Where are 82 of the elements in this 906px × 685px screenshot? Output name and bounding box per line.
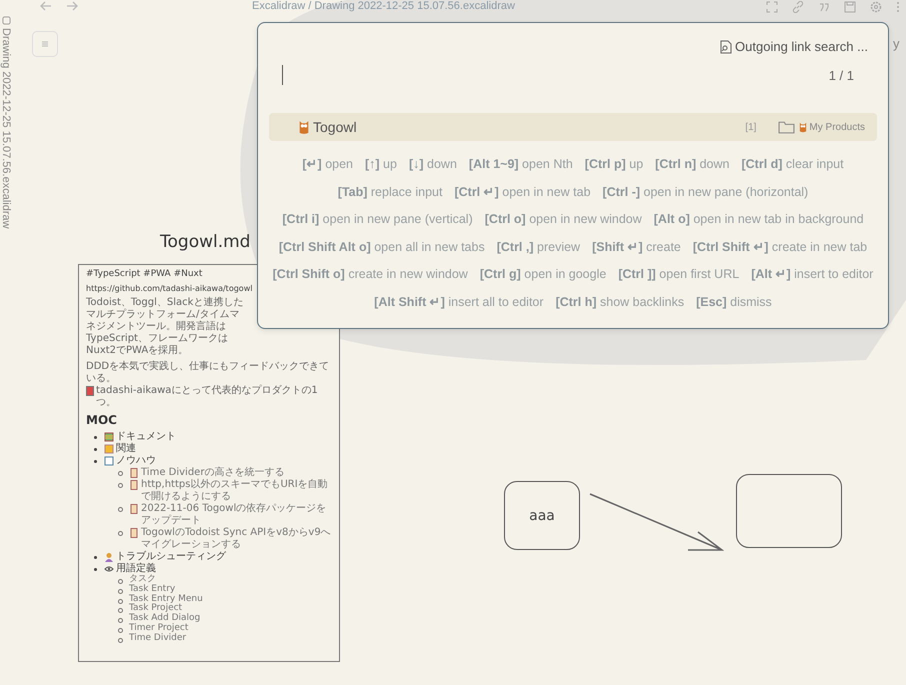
person-icon bbox=[104, 552, 114, 562]
result-item[interactable]: Togowl [1] My Products bbox=[269, 113, 877, 141]
list-item[interactable]: http,https以外のスキーマでもURIを自動で開けるようにする bbox=[141, 478, 332, 503]
list-item[interactable]: Task Entry Menu bbox=[129, 594, 203, 604]
shortcut-hint: [↑] up bbox=[365, 156, 397, 173]
folder-icon bbox=[104, 444, 114, 454]
list-item[interactable]: Timer Project bbox=[129, 624, 188, 634]
shortcut-hint: [Ctrl Shift o] create in new window bbox=[272, 266, 468, 283]
folder-icon bbox=[778, 120, 796, 134]
shortcut-hint: [Ctrl Shift ↵] create in new tab bbox=[692, 238, 868, 256]
scroll-icon bbox=[129, 480, 139, 490]
scroll-icon bbox=[129, 504, 139, 514]
list-item[interactable]: Task Entry bbox=[129, 584, 176, 595]
paragraph-text: tadashi-aikawaにとって代表的なプロダクトの1つ。 bbox=[96, 385, 319, 410]
list-item[interactable]: 用語定義 bbox=[116, 562, 156, 575]
quote-icon[interactable] bbox=[818, 1, 830, 13]
shortcut-hint: [Ctrl h] show backlinks bbox=[556, 294, 684, 311]
shortcut-hint: [↓] down bbox=[408, 156, 457, 173]
shortcut-hint: [Ctrl i] open in new pane (vertical) bbox=[282, 211, 473, 228]
list-item[interactable]: Time Dividerの高さを統一する bbox=[141, 466, 284, 479]
shortcut-hint: [Alt ↵] insert to editor bbox=[751, 266, 874, 283]
shortcut-hint: [Alt 1~9] open Nth bbox=[468, 156, 573, 173]
file-title[interactable]: Drawing 2022-12-25 15.07.56.excalidraw bbox=[0, 28, 12, 229]
shortcut-hint: [Ctrl ,] preview bbox=[496, 238, 580, 256]
button-label: y bbox=[893, 36, 900, 51]
shortcut-hint: [Ctrl p] up bbox=[584, 156, 644, 173]
paragraph: Todoist、Toggl、Slackと連携したマルチプラットフォーム/タイムマネジメントツール。開発言語はTypeScript、フレームワークはNuxt2でPWAを採用。 bbox=[86, 297, 244, 358]
shortcut-hint: [↵] open bbox=[302, 156, 353, 173]
shortcut-hint: [Alt Shift ↵] insert all to editor bbox=[374, 294, 544, 311]
list-item[interactable]: ドキュメント bbox=[116, 430, 176, 443]
list-item[interactable]: TogowlのTodoist Sync APIをv8からv9へマイグレーションする bbox=[141, 526, 332, 551]
scroll-icon bbox=[129, 528, 139, 538]
scroll-icon bbox=[129, 468, 139, 478]
list-item[interactable]: Task Add Dialog bbox=[129, 614, 200, 624]
forward-icon[interactable] bbox=[66, 1, 78, 11]
tags: #TypeScript #PWA #Nuxt bbox=[86, 269, 202, 280]
list-item[interactable]: 関連 bbox=[116, 442, 136, 455]
box-label: aaa bbox=[529, 508, 555, 524]
save-icon[interactable] bbox=[844, 1, 856, 13]
page-icon bbox=[104, 456, 114, 466]
shortcut-hint: [Ctrl ]] open first URL bbox=[618, 266, 740, 283]
shortcut-hint: [Ctrl g] open in google bbox=[480, 266, 606, 283]
result-count: 1 / 1 bbox=[828, 68, 854, 82]
shortcut-hint: [Ctrl o] open in new window bbox=[484, 211, 642, 228]
ledger-icon bbox=[104, 432, 114, 442]
shortcut-hint: [Tab] replace input bbox=[338, 184, 442, 201]
shortcut-hint: [Shift ↵] create bbox=[592, 238, 681, 256]
breadcrumb: Excalidraw / Drawing 2022-12-25 15.07.56.excalidraw bbox=[252, 0, 515, 12]
list-item[interactable]: タスク bbox=[129, 574, 156, 585]
menu-button[interactable] bbox=[32, 31, 58, 57]
folder-name: My Products bbox=[809, 122, 865, 132]
back-icon[interactable] bbox=[40, 1, 52, 11]
shortcut-hint: [Esc] dismiss bbox=[696, 294, 772, 311]
list-item[interactable]: Task Project bbox=[129, 604, 182, 614]
paragraph-text: DDDを本気で実践し、仕事にもフィードバックできている。 bbox=[86, 361, 330, 384]
expand-icon[interactable] bbox=[766, 1, 778, 13]
shortcut-hint: [Ctrl n] down bbox=[655, 156, 730, 173]
shortcut-hint: [Alt o] open in new tab in background bbox=[654, 211, 864, 228]
shortcut-hint: [Ctrl Shift Alt o] open all in new tabs bbox=[278, 238, 485, 256]
shortcut-hint: [Ctrl d] clear input bbox=[741, 156, 844, 173]
book-icon bbox=[86, 386, 94, 396]
heading: MOC bbox=[86, 413, 118, 428]
drawing-icon bbox=[2, 16, 10, 25]
result-title: Togowl bbox=[313, 119, 358, 135]
shortcut-hint: [Ctrl -] open in new pane (horizontal) bbox=[602, 184, 808, 201]
link-count: [1] bbox=[745, 122, 756, 132]
list-item[interactable]: トラブルシューティング bbox=[116, 550, 226, 563]
list-item[interactable]: ノウハウ bbox=[116, 454, 156, 467]
embed-title: Togowl.md bbox=[160, 232, 250, 252]
settings-icon[interactable] bbox=[870, 1, 882, 13]
mode-label: Outgoing link search ... bbox=[735, 39, 868, 54]
more-icon[interactable] bbox=[896, 1, 900, 13]
list-item[interactable]: Time Divider bbox=[129, 634, 186, 644]
file-search-icon bbox=[720, 40, 732, 54]
link-icon[interactable] bbox=[792, 1, 804, 13]
url-link[interactable]: https://github.com/tadashi-aikawa/togowl bbox=[86, 284, 252, 294]
owl-icon bbox=[297, 120, 311, 134]
list-item[interactable]: 2022-11-06 Togowlの依存パッケージをアップデート bbox=[141, 502, 332, 527]
shortcut-hint: [Ctrl ↵] open in new tab bbox=[454, 184, 591, 201]
eye-icon bbox=[104, 564, 114, 574]
menu-icon bbox=[41, 41, 49, 47]
owl-icon bbox=[798, 122, 808, 132]
